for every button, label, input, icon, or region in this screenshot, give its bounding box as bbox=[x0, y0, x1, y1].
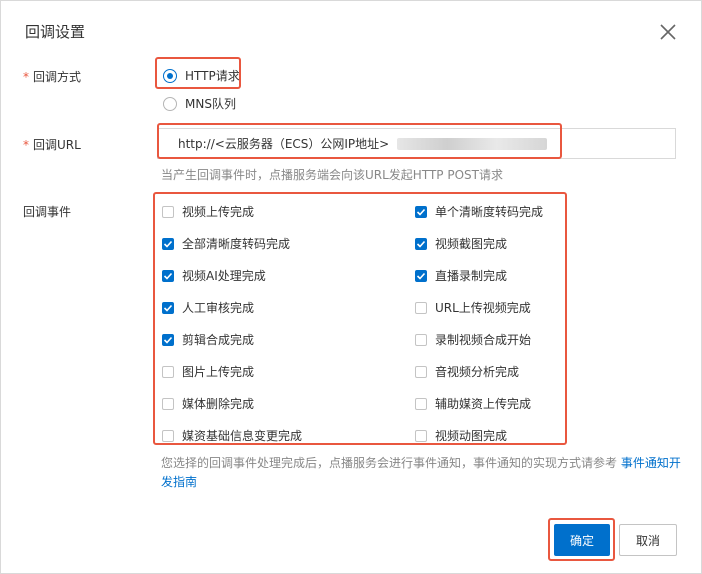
event-checkbox-label: 视频截图完成 bbox=[435, 237, 508, 251]
checkbox[interactable] bbox=[162, 365, 174, 378]
event-checkbox-label: 剪辑合成完成 bbox=[182, 333, 255, 347]
radio-mns[interactable]: MNS队列 bbox=[163, 95, 236, 112]
event-checkbox-label: 直播录制完成 bbox=[435, 269, 508, 283]
event-checkbox-label: 媒体删除完成 bbox=[182, 397, 255, 411]
event-checkbox-row[interactable]: 音视频分析完成 bbox=[415, 363, 519, 380]
event-checkbox-label: 录制视频合成开始 bbox=[435, 333, 532, 347]
event-checkbox-row[interactable]: 全部清晰度转码完成 bbox=[162, 235, 290, 252]
event-checkbox-row[interactable]: 直播录制完成 bbox=[415, 267, 507, 284]
event-checkbox-label: 视频上传完成 bbox=[182, 205, 255, 219]
dialog-title: 回调设置 bbox=[25, 23, 86, 41]
radio-mns-label: MNS队列 bbox=[185, 97, 236, 111]
callback-events-label: 回调事件 bbox=[23, 205, 72, 219]
radio-mns-indicator[interactable] bbox=[163, 96, 177, 111]
event-checkbox-row[interactable]: 图片上传完成 bbox=[162, 363, 254, 380]
event-checkbox-row[interactable]: 视频截图完成 bbox=[415, 235, 507, 252]
checkbox[interactable] bbox=[415, 397, 427, 410]
event-checkbox-label: 音视频分析完成 bbox=[435, 365, 520, 379]
event-checkbox-label: 人工审核完成 bbox=[182, 301, 255, 315]
event-checkbox-label: 辅助媒资上传完成 bbox=[435, 397, 532, 411]
event-checkbox-label: 单个清晰度转码完成 bbox=[435, 205, 544, 219]
event-checkbox-label: 视频AI处理完成 bbox=[182, 269, 266, 283]
event-checkbox-row[interactable]: URL上传视频完成 bbox=[415, 299, 531, 316]
event-checkbox-label: 媒资基础信息变更完成 bbox=[182, 429, 303, 443]
cancel-button[interactable]: 取消 bbox=[619, 524, 677, 556]
event-checkbox-row[interactable]: 视频AI处理完成 bbox=[162, 267, 266, 284]
redacted-ip bbox=[397, 137, 548, 150]
checkbox[interactable] bbox=[415, 429, 427, 442]
checkbox[interactable] bbox=[162, 429, 174, 442]
checkbox[interactable] bbox=[162, 301, 174, 314]
event-checkbox-row[interactable]: 辅助媒资上传完成 bbox=[415, 395, 531, 412]
checkbox[interactable] bbox=[162, 237, 174, 250]
event-checkbox-row[interactable]: 人工审核完成 bbox=[162, 299, 254, 316]
callback-url-input[interactable]: http://<云服务器（ECS）公网IP地址> bbox=[157, 128, 676, 159]
checkbox[interactable] bbox=[415, 269, 427, 282]
event-checkbox-row[interactable]: 媒体删除完成 bbox=[162, 395, 254, 412]
checkbox[interactable] bbox=[415, 301, 427, 314]
radio-http-label: HTTP请求 bbox=[185, 69, 240, 83]
checkbox[interactable] bbox=[162, 333, 174, 346]
required-mark: * bbox=[23, 70, 29, 84]
event-note-text: 您选择的回调事件处理完成后，点播服务会进行事件通知，事件通知的实现方式请参考 bbox=[161, 456, 621, 470]
checkbox[interactable] bbox=[415, 365, 427, 378]
radio-http[interactable]: HTTP请求 bbox=[163, 67, 240, 84]
event-checkbox-row[interactable]: 视频动图完成 bbox=[415, 427, 507, 444]
radio-http-indicator[interactable] bbox=[163, 68, 177, 83]
checkbox[interactable] bbox=[415, 333, 427, 346]
callback-url-value: http://<云服务器（ECS）公网IP地址> bbox=[178, 137, 390, 151]
event-checkbox-row[interactable]: 单个清晰度转码完成 bbox=[415, 203, 543, 220]
checkbox[interactable] bbox=[415, 237, 427, 250]
callback-url-label: * 回调URL bbox=[23, 138, 81, 152]
event-checkbox-row[interactable]: 剪辑合成完成 bbox=[162, 331, 254, 348]
event-checkbox-label: 视频动图完成 bbox=[435, 429, 508, 443]
callback-url-hint: 当产生回调事件时，点播服务端会向该URL发起HTTP POST请求 bbox=[161, 168, 503, 182]
checkbox[interactable] bbox=[162, 269, 174, 282]
event-checkbox-row[interactable]: 视频上传完成 bbox=[162, 203, 254, 220]
checkbox[interactable] bbox=[162, 397, 174, 410]
event-checkbox-row[interactable]: 媒资基础信息变更完成 bbox=[162, 427, 302, 444]
callback-settings-dialog: 回调设置 * 回调方式 HTTP请求 MNS队列 * 回调URL http://<云… bbox=[0, 0, 702, 574]
checkbox[interactable] bbox=[415, 205, 427, 218]
close-icon[interactable] bbox=[657, 21, 679, 43]
confirm-button[interactable]: 确定 bbox=[554, 524, 610, 556]
event-note: 您选择的回调事件处理完成后，点播服务会进行事件通知，事件通知的实现方式请参考 事… bbox=[161, 454, 681, 492]
event-checkbox-label: URL上传视频完成 bbox=[435, 301, 531, 315]
event-checkbox-label: 全部清晰度转码完成 bbox=[182, 237, 291, 251]
event-checkbox-row[interactable]: 录制视频合成开始 bbox=[415, 331, 531, 348]
callback-method-label: * 回调方式 bbox=[23, 70, 82, 84]
checkbox[interactable] bbox=[162, 205, 174, 218]
event-checkbox-label: 图片上传完成 bbox=[182, 365, 255, 379]
